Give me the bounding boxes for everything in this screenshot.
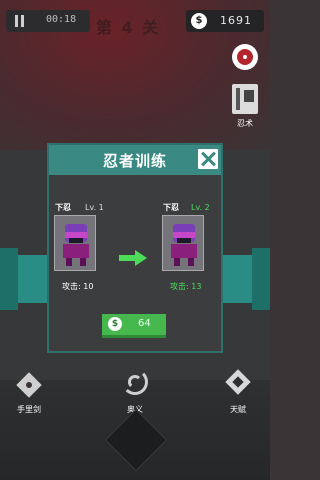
menu-shuriken-button[interactable]: [14, 370, 44, 400]
timer-panel: 00:18: [6, 10, 90, 32]
next-ninja-card: [162, 215, 204, 271]
upgrade-button[interactable]: $ 64: [102, 314, 166, 338]
stage-label: 第 4 关: [96, 18, 161, 37]
ninja-icon: [63, 244, 89, 258]
next-level: Lv. 2: [191, 203, 210, 212]
dialog-title: 忍者训练: [102, 152, 167, 170]
menu-talent-button[interactable]: [224, 368, 252, 396]
ninjutsu-label: 忍术: [237, 119, 253, 128]
current-ninja-card: [54, 215, 96, 271]
close-button[interactable]: [198, 149, 218, 169]
menu-ougi-button[interactable]: [120, 367, 150, 397]
ninja-icon: [171, 244, 197, 258]
coin-icon: $: [108, 317, 122, 331]
dialog-header: 忍者训练: [49, 145, 221, 175]
shuriken-shop-button[interactable]: [232, 44, 258, 70]
ninjutsu-book-button[interactable]: [232, 84, 258, 114]
next-rank-name: 下忍: [163, 203, 179, 212]
menu-shuriken-label: 手里剑: [17, 405, 41, 414]
current-rank-name: 下忍: [55, 203, 71, 212]
coin-icon: $: [191, 13, 207, 29]
upgrade-cost: 64: [138, 318, 151, 329]
current-level: Lv. 1: [85, 203, 104, 212]
coin-count: 1691: [220, 14, 252, 27]
next-attack: 攻击: 13: [170, 282, 202, 291]
current-attack: 攻击: 10: [62, 282, 94, 291]
book-icon: [244, 90, 254, 102]
band-left-edge: [0, 248, 18, 310]
pause-icon[interactable]: [14, 15, 26, 27]
arrow-right-icon: [119, 250, 149, 266]
coin-panel: $ 1691: [186, 10, 264, 32]
menu-talent-label: 天赋: [230, 405, 246, 414]
band-right-edge: [252, 248, 270, 310]
timer-text: 00:18: [46, 14, 77, 25]
